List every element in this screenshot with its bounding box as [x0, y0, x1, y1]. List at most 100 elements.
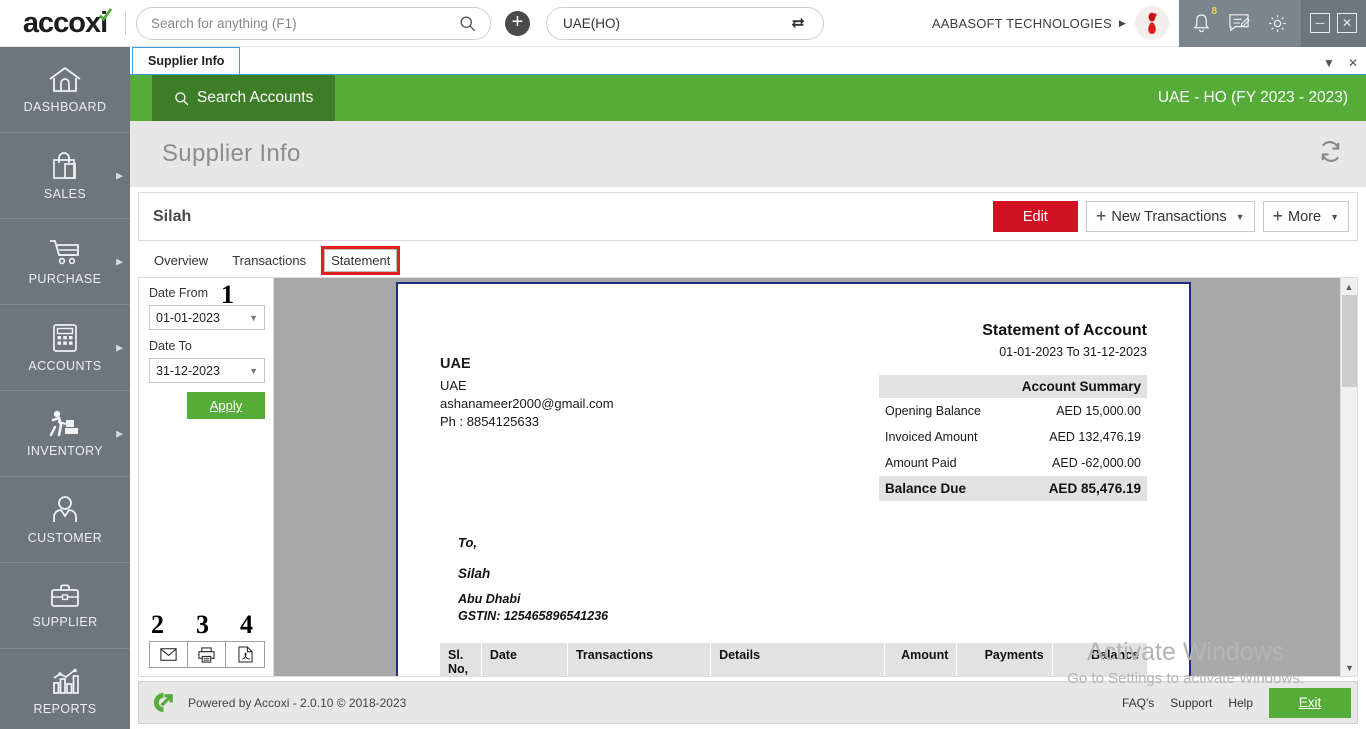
record-name: Silah	[153, 208, 191, 226]
sidebar-item-sales[interactable]: SALES ▶	[0, 133, 130, 219]
tab-label: Statement	[331, 253, 390, 268]
close-button[interactable]: ✕	[1337, 13, 1357, 33]
more-button[interactable]: + More ▼	[1263, 201, 1349, 232]
table-header-row: Sl. No, Date Transactions Details Amount…	[440, 643, 1147, 676]
summary-label: Amount Paid	[885, 456, 957, 470]
logo-divider	[125, 11, 126, 35]
tab-statement[interactable]: Statement	[324, 249, 397, 272]
record-header-bar: Silah Edit + New Transactions ▼ + More ▼	[138, 192, 1358, 241]
global-search[interactable]	[136, 7, 491, 40]
new-transactions-button[interactable]: + New Transactions ▼	[1086, 201, 1255, 232]
app-window: accoxi + UAE(HO) AABASOFT TECHNOLOGIES	[0, 0, 1366, 729]
page-header: Supplier Info	[130, 121, 1366, 187]
date-from-value: 01-01-2023	[156, 311, 220, 325]
settings-button[interactable]	[1267, 13, 1288, 34]
sidebar-item-purchase[interactable]: PURCHASE ▶	[0, 219, 130, 305]
company-block: UAE UAE ashanameer2000@gmail.com Ph : 88…	[440, 322, 614, 501]
sidebar-item-label: INVENTORY	[27, 444, 103, 458]
home-icon	[47, 65, 83, 95]
switch-company-icon[interactable]	[789, 14, 807, 32]
sidebar-item-label: PURCHASE	[29, 272, 102, 286]
sidebar-item-inventory[interactable]: INVENTORY ▶	[0, 391, 130, 477]
column-header-transactions: Transactions	[567, 643, 710, 676]
statement-title-block: Statement of Account 01-01-2023 To 31-12…	[879, 322, 1147, 501]
sidebar-item-label: SUPPLIER	[32, 615, 97, 629]
company-address: UAE	[440, 377, 614, 395]
refresh-icon	[1317, 138, 1344, 165]
annotation-marker-2: 2	[151, 610, 164, 640]
summary-value: AED -62,000.00	[1052, 456, 1141, 470]
faq-link[interactable]: FAQ's	[1122, 696, 1154, 710]
tab-supplier-info[interactable]: Supplier Info	[132, 47, 240, 74]
date-to-label: Date To	[149, 339, 263, 353]
sidebar-item-customer[interactable]: CUSTOMER	[0, 477, 130, 563]
document-tabstrip: Supplier Info ▼ ✕	[130, 47, 1366, 75]
chevron-right-icon: ▶	[116, 342, 123, 353]
column-header-date: Date	[481, 643, 567, 676]
company-selector[interactable]: UAE(HO)	[546, 7, 824, 40]
date-to-value: 31-12-2023	[156, 364, 220, 378]
apply-label: Apply	[210, 398, 243, 413]
print-button[interactable]	[188, 642, 226, 667]
sidebar-item-accounts[interactable]: ACCOUNTS ▶	[0, 305, 130, 391]
notifications-button[interactable]: 8	[1192, 13, 1211, 34]
organization-selector[interactable]: AABASOFT TECHNOLOGIES ▶	[932, 16, 1126, 31]
chevron-down-icon: ▼	[1330, 212, 1339, 222]
edit-button[interactable]: Edit	[993, 201, 1078, 232]
sidebar-item-label: CUSTOMER	[28, 531, 103, 545]
exit-button[interactable]: Exit	[1269, 688, 1351, 718]
tab-close-icon[interactable]: ✕	[1348, 56, 1358, 70]
add-new-button[interactable]: +	[505, 11, 530, 36]
chevron-down-icon: ▼	[249, 313, 258, 323]
sidebar-item-dashboard[interactable]: DASHBOARD	[0, 47, 130, 133]
tab-transactions[interactable]: Transactions	[226, 250, 312, 271]
scrollbar-thumb[interactable]	[1342, 295, 1357, 387]
date-from-input[interactable]: 01-01-2023 ▼	[149, 305, 265, 330]
refresh-button[interactable]	[1317, 138, 1344, 170]
fiscal-year-label: UAE - HO (FY 2023 - 2023)	[1158, 89, 1348, 107]
recipient-block: To, Silah Abu Dhabi GSTIN: 1254658965412…	[440, 535, 1147, 625]
company-email: ashanameer2000@gmail.com	[440, 395, 614, 413]
recipient-city: Abu Dhabi	[458, 591, 1147, 608]
summary-label: Opening Balance	[885, 404, 981, 418]
column-header-payments: Payments	[957, 643, 1052, 676]
tabstrip-controls: ▼ ✕	[1323, 56, 1358, 70]
statement-action-bar	[149, 641, 265, 668]
search-icon	[174, 91, 189, 106]
avatar[interactable]	[1135, 6, 1169, 40]
tab-overview[interactable]: Overview	[148, 250, 214, 271]
recipient-gstin: GSTIN: 125465896541236	[458, 608, 1147, 625]
sidebar-item-supplier[interactable]: SUPPLIER	[0, 563, 130, 649]
tab-list-dropdown-icon[interactable]: ▼	[1323, 56, 1335, 70]
chevron-right-icon: ▶	[1119, 18, 1126, 29]
app-logo: accoxi	[0, 0, 130, 47]
record-actions: Edit + New Transactions ▼ + More ▼	[993, 201, 1349, 232]
search-accounts-button[interactable]: Search Accounts	[152, 75, 335, 121]
date-to-input[interactable]: 31-12-2023 ▼	[149, 358, 265, 383]
scroll-up-arrow-icon[interactable]: ▲	[1341, 278, 1357, 295]
support-link[interactable]: Support	[1170, 696, 1212, 710]
footer-links: FAQ's Support Help Exit	[1122, 688, 1351, 718]
message-edit-icon	[1228, 13, 1250, 33]
search-icon[interactable]	[459, 15, 476, 32]
footer-bar: Powered by Accoxi - 2.0.10 © 2018-2023 F…	[138, 681, 1358, 724]
messages-button[interactable]	[1228, 13, 1250, 33]
search-input[interactable]	[151, 16, 459, 31]
search-accounts-label: Search Accounts	[197, 89, 313, 107]
sidebar-item-reports[interactable]: REPORTS	[0, 649, 130, 729]
viewer-scrollbar[interactable]: ▲ ▼	[1340, 278, 1357, 676]
plus-icon: +	[1273, 206, 1284, 227]
tab-label: Transactions	[232, 253, 306, 268]
minimize-button[interactable]: ─	[1310, 13, 1330, 33]
summary-row: Opening Balance AED 15,000.00	[879, 398, 1147, 424]
statement-content: Date From 1 01-01-2023 ▼ Date To 31-12-2…	[138, 277, 1358, 677]
notification-badge: 8	[1211, 6, 1217, 17]
pdf-button[interactable]	[226, 642, 264, 667]
chevron-down-icon: ▼	[249, 366, 258, 376]
email-button[interactable]	[150, 642, 188, 667]
scroll-down-arrow-icon[interactable]: ▼	[1341, 659, 1357, 676]
summary-row: Invoiced Amount AED 132,476.19	[879, 424, 1147, 450]
apply-button[interactable]: Apply	[187, 392, 265, 419]
help-link[interactable]: Help	[1228, 696, 1253, 710]
cart-icon	[46, 237, 84, 267]
